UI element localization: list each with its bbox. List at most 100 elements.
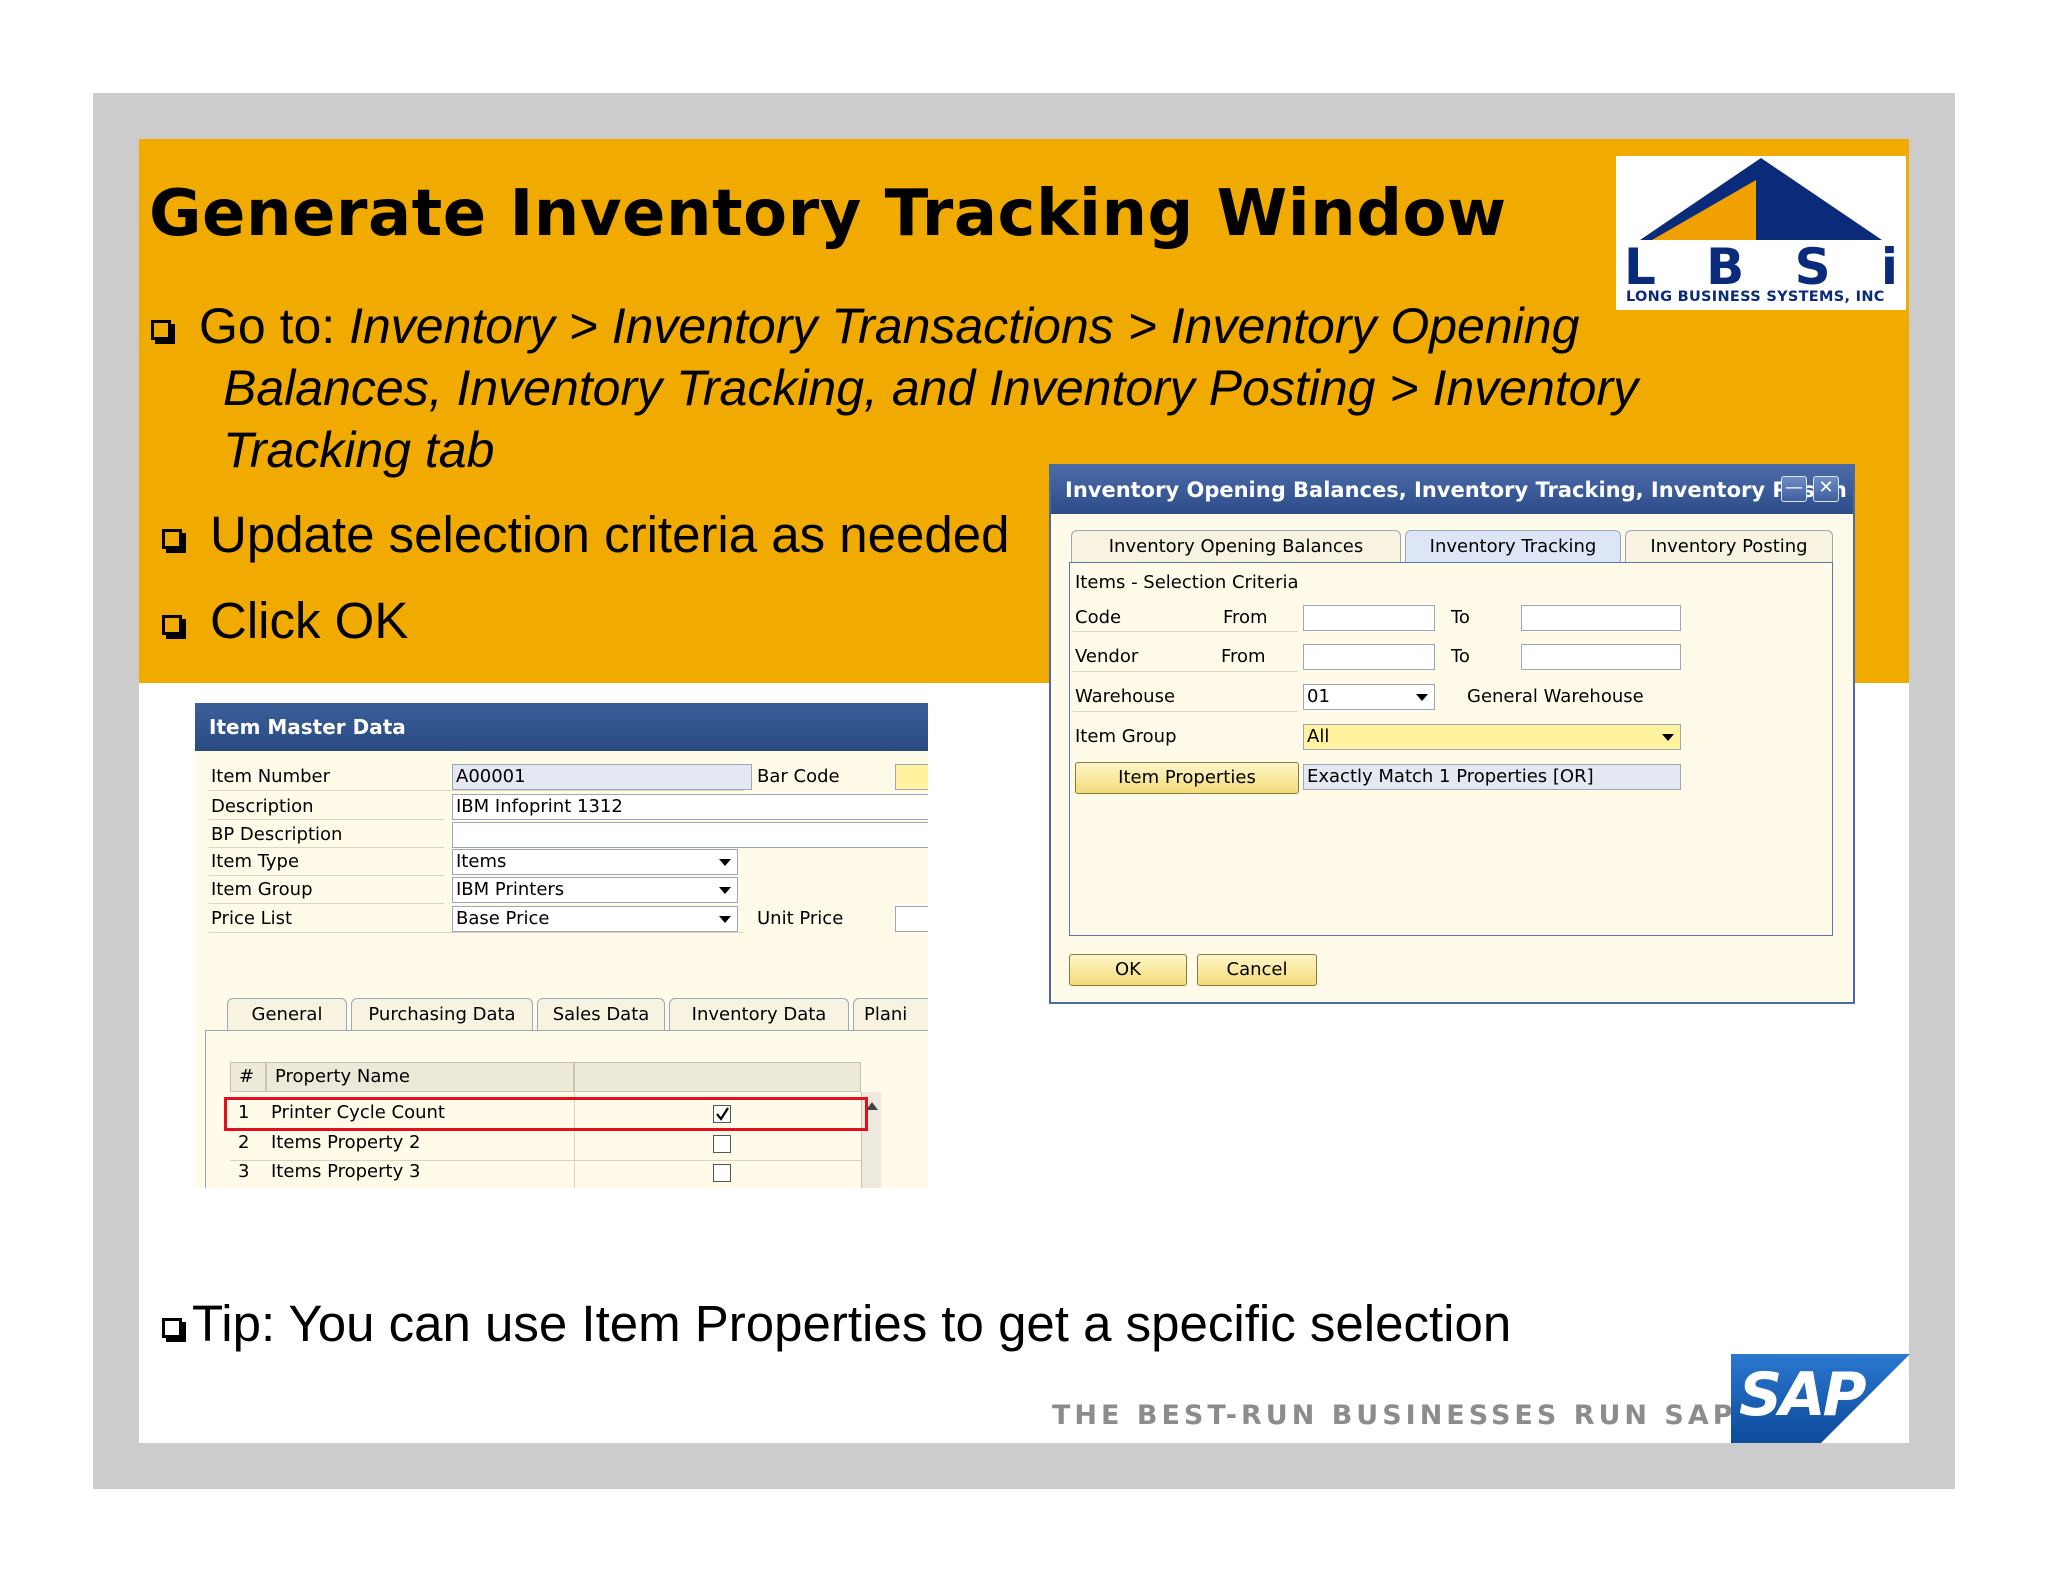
item-group-select[interactable]: IBM Printers: [452, 877, 738, 903]
lbsi-letters: L B S i: [1624, 242, 1898, 292]
bullet-navigation-line2: Balances, Inventory Tracking, and Invent…: [223, 360, 1639, 416]
item-properties-button[interactable]: Item Properties: [1075, 762, 1299, 794]
item-group-value: IBM Printers: [456, 879, 565, 900]
properties-summary-field: Exactly Match 1 Properties [OR]: [1303, 764, 1681, 790]
property-2-checkbox[interactable]: [713, 1135, 731, 1153]
tip-text: Tip: You can use Item Properties to get …: [162, 1294, 1511, 1353]
price-list-value: Base Price: [456, 908, 550, 929]
chevron-down-icon[interactable]: [719, 887, 731, 894]
minimize-icon[interactable]: —: [1781, 476, 1807, 502]
tab-sales-data[interactable]: Sales Data: [537, 998, 665, 1030]
item-group-select[interactable]: All: [1303, 724, 1681, 750]
item-number-field[interactable]: A00001: [452, 764, 752, 790]
separator: [1073, 671, 1298, 672]
separator: [1073, 711, 1298, 712]
vendor-to-field[interactable]: [1521, 644, 1681, 670]
separator: [209, 847, 444, 848]
separator: [209, 790, 744, 791]
bullet-navigation-prefix: Go to:: [199, 298, 350, 354]
tab-border: [205, 1030, 928, 1031]
checkbox-bullet-icon: [162, 1317, 186, 1342]
chevron-down-icon[interactable]: [719, 859, 731, 866]
warehouse-label: Warehouse: [1075, 686, 1176, 707]
separator: [209, 932, 744, 933]
bp-description-field[interactable]: [452, 822, 928, 848]
checkbox-bullet-icon: [162, 614, 186, 639]
inventory-tracking-window: Inventory Opening Balances, Inventory Tr…: [1049, 464, 1855, 1004]
bp-description-label: BP Description: [211, 824, 343, 845]
grid-header-number: #: [230, 1062, 266, 1092]
lbsi-letter: L: [1624, 238, 1656, 296]
property-3-checkbox[interactable]: [713, 1164, 731, 1182]
grid-row-property-name: Items Property 3: [271, 1161, 421, 1182]
grid-header-property-name: Property Name: [266, 1062, 574, 1092]
lbsi-letter: S: [1794, 238, 1831, 296]
checkbox-bullet-icon: [162, 528, 186, 553]
unit-price-field[interactable]: [895, 906, 928, 932]
cancel-button[interactable]: Cancel: [1197, 954, 1317, 986]
tip-text-content: Tip: You can use Item Properties to get …: [192, 1295, 1512, 1352]
price-list-select[interactable]: Base Price: [452, 906, 738, 932]
code-to-label: To: [1451, 607, 1470, 628]
item-group-label: Item Group: [211, 879, 313, 900]
code-from-label: From: [1223, 607, 1268, 628]
tab-inventory-tracking[interactable]: Inventory Tracking: [1405, 530, 1621, 562]
lbsi-letter: B: [1706, 238, 1745, 296]
checkbox-bullet-icon: [151, 319, 175, 344]
item-group-value: All: [1307, 726, 1330, 747]
bullet-click-ok-text: Click OK: [210, 592, 409, 649]
vendor-from-label: From: [1221, 646, 1266, 667]
vendor-label: Vendor: [1075, 646, 1139, 667]
tab-purchasing-data[interactable]: Purchasing Data: [351, 998, 533, 1030]
item-type-label: Item Type: [211, 851, 300, 872]
warehouse-value: 01: [1307, 686, 1330, 707]
close-icon[interactable]: ✕: [1813, 476, 1839, 502]
unit-price-label: Unit Price: [757, 908, 844, 929]
tab-inventory-data[interactable]: Inventory Data: [669, 998, 849, 1030]
separator: [209, 819, 444, 820]
bullet-navigation: Go to: Inventory > Inventory Transaction…: [151, 295, 1638, 481]
item-master-data-window: Item Master Data Item Number A00001 Bar …: [195, 703, 928, 1188]
item-type-select[interactable]: Items: [452, 849, 738, 875]
grid-row-property-name: Items Property 2: [271, 1132, 421, 1153]
code-from-field[interactable]: [1303, 605, 1435, 631]
warehouse-name: General Warehouse: [1467, 686, 1644, 707]
tab-inventory-opening-balances[interactable]: Inventory Opening Balances: [1071, 530, 1401, 562]
code-label: Code: [1075, 607, 1122, 628]
description-label: Description: [211, 796, 314, 817]
tab-planning-data[interactable]: Plani: [853, 998, 928, 1030]
price-list-label: Price List: [211, 908, 293, 929]
bullet-update-criteria: Update selection criteria as needed: [162, 505, 1010, 564]
description-field[interactable]: IBM Infoprint 1312: [452, 794, 928, 820]
highlight-box: [224, 1097, 868, 1131]
tab-border: [205, 1030, 206, 1188]
grid-row-number: 3: [238, 1161, 250, 1182]
chevron-down-icon[interactable]: [1416, 694, 1428, 701]
slide-title: Generate Inventory Tracking Window: [149, 177, 1507, 251]
window-title: Inventory Opening Balances, Inventory Tr…: [1051, 466, 1853, 514]
lbsi-logo: L B S i LONG BUSINESS SYSTEMS, INC: [1616, 156, 1906, 310]
bar-code-field[interactable]: [895, 764, 928, 790]
lbsi-subtitle: LONG BUSINESS SYSTEMS, INC: [1626, 289, 1885, 305]
warehouse-select[interactable]: 01: [1303, 684, 1435, 710]
lbsi-letter: i: [1880, 238, 1898, 296]
code-to-field[interactable]: [1521, 605, 1681, 631]
separator: [1073, 631, 1298, 632]
bullet-click-ok: Click OK: [162, 591, 408, 650]
tab-inventory-posting[interactable]: Inventory Posting: [1625, 530, 1833, 562]
bar-code-label: Bar Code: [757, 766, 840, 787]
vendor-to-label: To: [1451, 646, 1470, 667]
item-group-label: Item Group: [1075, 726, 1177, 747]
sap-logo: SAP: [1731, 1354, 1910, 1443]
grid-row-number: 2: [238, 1132, 250, 1153]
ok-button[interactable]: OK: [1069, 954, 1187, 986]
item-master-title: Item Master Data: [195, 703, 928, 751]
grid-header-value: [574, 1062, 861, 1092]
tab-general[interactable]: General: [227, 998, 347, 1030]
sap-logo-text: SAP: [1739, 1360, 1867, 1430]
bullet-navigation-line1: Inventory > Inventory Transactions > Inv…: [349, 298, 1580, 354]
chevron-down-icon[interactable]: [1662, 734, 1674, 741]
bullet-update-criteria-text: Update selection criteria as needed: [210, 506, 1010, 563]
chevron-down-icon[interactable]: [719, 916, 731, 923]
vendor-from-field[interactable]: [1303, 644, 1435, 670]
